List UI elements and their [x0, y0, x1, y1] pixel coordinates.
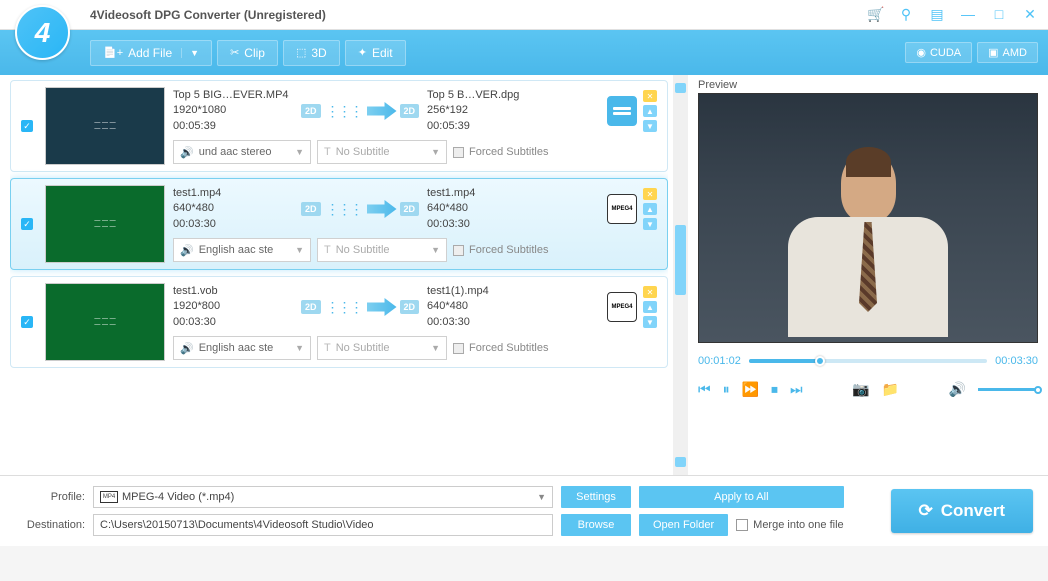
- volume-slider[interactable]: [978, 388, 1038, 391]
- close-icon[interactable]: ✕: [1022, 6, 1038, 23]
- dest-info: Top 5 B…VER.dpg256*19200:05:39: [427, 88, 547, 134]
- profile-select[interactable]: MP4MPEG-4 Video (*.mp4)▼: [93, 486, 553, 508]
- format-icon: [607, 96, 637, 126]
- scissors-icon: ✂: [230, 46, 239, 59]
- refresh-icon: ⟳: [919, 501, 933, 521]
- convert-button[interactable]: ⟳Convert: [891, 489, 1033, 533]
- item-checkbox[interactable]: ✓: [17, 120, 37, 132]
- pause-icon[interactable]: ⏸: [723, 381, 730, 398]
- file-item[interactable]: ✓ — — —— — —Top 5 BIG…EVER.MP41920*108000…: [10, 80, 668, 172]
- file-item[interactable]: ✓— — —— — —test1.mp4640*48000:03:302D⋮⋮⋮…: [10, 178, 668, 270]
- source-info: Top 5 BIG…EVER.MP41920*108000:05:39: [173, 88, 293, 134]
- apply-all-button[interactable]: Apply to All: [639, 486, 844, 508]
- preview-panel: Preview 00:01:02 00:03:30 ⏮ ⏸ ⏩ ⏹ ⏭ 📷 📁 …: [688, 75, 1048, 475]
- amd-chip[interactable]: ▣AMD: [977, 42, 1038, 63]
- speaker-icon: 🔊: [180, 244, 194, 257]
- wand-icon: ✦: [358, 46, 367, 59]
- audio-select[interactable]: 🔊English aac ste▼: [173, 238, 311, 262]
- amd-icon: ▣: [988, 46, 998, 59]
- item-checkbox[interactable]: ✓: [17, 218, 37, 230]
- folder-icon[interactable]: 📁: [882, 381, 899, 398]
- profile-label: Profile:: [15, 491, 85, 503]
- seek-slider[interactable]: [749, 359, 987, 363]
- edit-button[interactable]: ✦Edit: [345, 40, 406, 66]
- move-down-icon[interactable]: ▼: [643, 316, 657, 328]
- key-icon[interactable]: ⚲: [898, 6, 914, 23]
- dest-info: test1.mp4640*48000:03:30: [427, 186, 547, 232]
- audio-select[interactable]: 🔊und aac stereo▼: [173, 140, 311, 164]
- preview-video[interactable]: [698, 93, 1038, 343]
- stop-icon[interactable]: ⏹: [771, 381, 778, 398]
- current-time: 00:01:02: [698, 355, 741, 367]
- app-logo: 4: [15, 5, 70, 60]
- forced-subtitles-checkbox[interactable]: Forced Subtitles: [453, 244, 548, 256]
- 3d-icon: ⬚: [296, 46, 306, 59]
- item-checkbox[interactable]: ✓: [17, 316, 37, 328]
- format-icon: MPEG4: [607, 292, 637, 322]
- move-up-icon[interactable]: ▲: [643, 301, 657, 313]
- clip-button[interactable]: ✂Clip: [217, 40, 278, 66]
- subtitle-select[interactable]: TNo Subtitle▼: [317, 238, 447, 262]
- forward-icon[interactable]: ⏩: [742, 381, 759, 398]
- thumbnail[interactable]: — — —— — —: [45, 87, 165, 165]
- snapshot-icon[interactable]: 📷: [852, 381, 869, 398]
- dest-info: test1(1).mp4640*48000:03:30: [427, 284, 547, 330]
- speaker-icon: 🔊: [180, 146, 194, 159]
- preview-label: Preview: [698, 77, 1038, 93]
- open-folder-button[interactable]: Open Folder: [639, 514, 728, 536]
- conversion-arrow: 2D⋮⋮⋮2D: [301, 102, 419, 120]
- volume-icon[interactable]: 🔊: [949, 381, 966, 398]
- add-file-button[interactable]: 📄+Add File▼: [90, 40, 212, 66]
- bottom-bar: Profile: MP4MPEG-4 Video (*.mp4)▼ Settin…: [0, 475, 1048, 546]
- prev-icon[interactable]: ⏮: [698, 381, 711, 398]
- remove-icon[interactable]: ✕: [643, 188, 657, 200]
- file-item[interactable]: ✓ — — —— — —test1.vob1920*80000:03:30 2D⋮⋮…: [10, 276, 668, 368]
- source-info: test1.mp4640*48000:03:30: [173, 186, 293, 232]
- subtitle-select[interactable]: TNo Subtitle▼: [317, 140, 447, 164]
- nvidia-icon: ◉: [916, 46, 926, 59]
- maximize-icon[interactable]: □: [991, 6, 1007, 23]
- destination-label: Destination:: [15, 519, 85, 531]
- file-list: ✓— — —— — —Top 5 BIG…EVER.MP41920*108000…: [0, 75, 673, 475]
- 3d-button[interactable]: ⬚3D: [283, 40, 340, 66]
- move-up-icon[interactable]: ▲: [643, 105, 657, 117]
- forced-subtitles-checkbox[interactable]: Forced Subtitles: [453, 342, 548, 354]
- next-icon[interactable]: ⏭: [790, 381, 803, 398]
- audio-select[interactable]: 🔊English aac ste▼: [173, 336, 311, 360]
- settings-button[interactable]: Settings: [561, 486, 631, 508]
- merge-checkbox[interactable]: Merge into one file: [736, 519, 844, 531]
- total-time: 00:03:30: [995, 355, 1038, 367]
- thumbnail[interactable]: — — —— — —: [45, 283, 165, 361]
- browse-button[interactable]: Browse: [561, 514, 631, 536]
- subtitle-select[interactable]: TNo Subtitle▼: [317, 336, 447, 360]
- move-down-icon[interactable]: ▼: [643, 218, 657, 230]
- minimize-icon[interactable]: —: [960, 6, 976, 23]
- toolbar: 📄+Add File▼ ✂Clip ⬚3D ✦Edit ◉CUDA ▣AMD: [0, 30, 1048, 75]
- source-info: test1.vob1920*80000:03:30: [173, 284, 293, 330]
- destination-input[interactable]: C:\Users\20150713\Documents\4Videosoft S…: [93, 514, 553, 536]
- mpeg-icon: MP4: [100, 491, 118, 503]
- move-up-icon[interactable]: ▲: [643, 203, 657, 215]
- forced-subtitles-checkbox[interactable]: Forced Subtitles: [453, 146, 548, 158]
- conversion-arrow: 2D⋮⋮⋮2D: [301, 298, 419, 316]
- conversion-arrow: 2D⋮⋮⋮2D: [301, 200, 419, 218]
- list-scrollbar[interactable]: [673, 75, 688, 475]
- remove-icon[interactable]: ✕: [643, 90, 657, 102]
- plus-icon: 📄+: [103, 46, 123, 59]
- chevron-down-icon[interactable]: ▼: [181, 48, 199, 58]
- cuda-chip[interactable]: ◉CUDA: [905, 42, 972, 63]
- cart-icon[interactable]: 🛒: [867, 6, 883, 23]
- thumbnail[interactable]: — — —— — —: [45, 185, 165, 263]
- format-icon: MPEG4: [607, 194, 637, 224]
- titlebar: 4 4Videosoft DPG Converter (Unregistered…: [0, 0, 1048, 30]
- remove-icon[interactable]: ✕: [643, 286, 657, 298]
- move-down-icon[interactable]: ▼: [643, 120, 657, 132]
- window-title: 4Videosoft DPG Converter (Unregistered): [90, 8, 326, 22]
- menu-icon[interactable]: ▤: [929, 6, 945, 23]
- speaker-icon: 🔊: [180, 342, 194, 355]
- chevron-down-icon: ▼: [537, 492, 546, 502]
